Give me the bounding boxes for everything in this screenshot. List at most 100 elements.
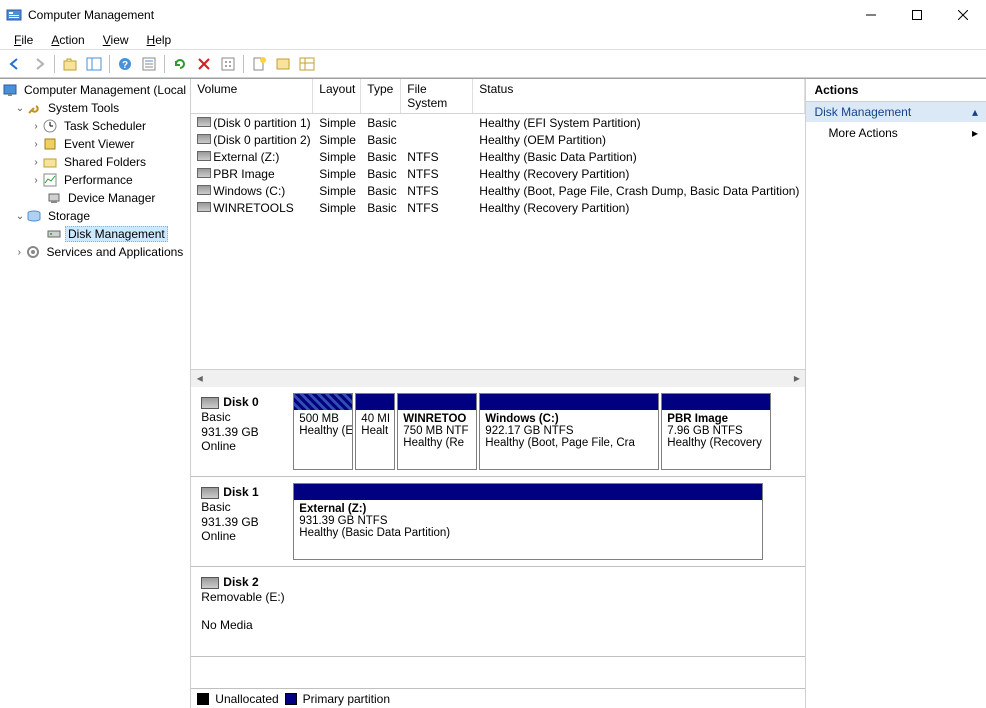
title-bar: Computer Management xyxy=(0,0,986,30)
tree-event-viewer[interactable]: › Event Viewer xyxy=(0,135,190,153)
legend-swatch-unallocated xyxy=(197,693,209,705)
volume-row[interactable]: (Disk 0 partition 2)SimpleBasicHealthy (… xyxy=(191,131,805,148)
expand-icon[interactable]: › xyxy=(30,175,42,186)
col-status[interactable]: Status xyxy=(473,79,805,113)
disk-info: Disk 0Basic931.39 GBOnline xyxy=(195,391,291,472)
partition-bar xyxy=(662,394,770,410)
detail-view-button[interactable] xyxy=(296,53,318,75)
scroll-left-icon[interactable]: ◂ xyxy=(191,370,208,387)
disk-partitions: 500 MBHealthy (EF40 MIHealtWINRETOO750 M… xyxy=(291,391,801,472)
settings-button[interactable] xyxy=(217,53,239,75)
expand-icon[interactable]: › xyxy=(14,247,25,258)
volume-row[interactable]: (Disk 0 partition 1)SimpleBasicHealthy (… xyxy=(191,114,805,131)
volume-icon xyxy=(197,168,211,178)
actions-section[interactable]: Disk Management ▴ xyxy=(806,102,986,122)
menu-view[interactable]: View xyxy=(95,32,137,48)
expand-icon[interactable]: › xyxy=(30,121,42,132)
partition-bar xyxy=(294,394,352,410)
col-layout[interactable]: Layout xyxy=(313,79,361,113)
tree-services[interactable]: › Services and Applications xyxy=(0,243,190,261)
legend-swatch-primary xyxy=(285,693,297,705)
maximize-button[interactable] xyxy=(894,0,940,30)
show-hide-tree-button[interactable] xyxy=(83,53,105,75)
main-area: Computer Management (Local ⌄ System Tool… xyxy=(0,78,986,708)
disk-icon xyxy=(201,577,219,589)
volume-icon xyxy=(197,151,211,161)
actions-header: Actions xyxy=(806,79,986,102)
tree-root[interactable]: Computer Management (Local xyxy=(0,81,190,99)
properties-button[interactable] xyxy=(138,53,160,75)
menu-action[interactable]: Action xyxy=(43,32,92,48)
legend-label-primary: Primary partition xyxy=(303,692,390,706)
volume-row[interactable]: PBR ImageSimpleBasicNTFSHealthy (Recover… xyxy=(191,165,805,182)
disk-block[interactable]: Disk 0Basic931.39 GBOnline500 MBHealthy … xyxy=(191,387,805,477)
collapse-icon[interactable]: ⌄ xyxy=(14,103,26,114)
volume-list: Volume Layout Type File System Status (D… xyxy=(191,79,805,387)
partition[interactable]: Windows (C:)922.17 GB NTFSHealthy (Boot,… xyxy=(479,393,659,470)
clock-icon xyxy=(42,118,58,134)
disk-info: Disk 2Removable (E:)No Media xyxy=(195,571,291,652)
tree-shared-folders[interactable]: › Shared Folders xyxy=(0,153,190,171)
volume-row[interactable]: Windows (C:)SimpleBasicNTFSHealthy (Boot… xyxy=(191,182,805,199)
svg-text:?: ? xyxy=(122,60,128,71)
folder-icon xyxy=(42,154,58,170)
back-button[interactable] xyxy=(4,53,26,75)
disk-partitions xyxy=(291,571,801,652)
scroll-right-icon[interactable]: ▸ xyxy=(788,370,805,387)
disk-block[interactable]: Disk 2Removable (E:)No Media xyxy=(191,567,805,657)
collapse-icon[interactable]: ⌄ xyxy=(14,211,26,222)
volume-row[interactable]: WINRETOOLSSimpleBasicNTFSHealthy (Recove… xyxy=(191,199,805,216)
minimize-button[interactable] xyxy=(848,0,894,30)
up-button[interactable] xyxy=(59,53,81,75)
partition-bar xyxy=(398,394,476,410)
list-view-button[interactable] xyxy=(272,53,294,75)
expand-icon[interactable]: › xyxy=(30,139,42,150)
delete-button[interactable] xyxy=(193,53,215,75)
tree-task-scheduler[interactable]: › Task Scheduler xyxy=(0,117,190,135)
tree-disk-management[interactable]: Disk Management xyxy=(0,225,190,243)
disk-graphical-view[interactable]: Disk 0Basic931.39 GBOnline500 MBHealthy … xyxy=(191,387,805,688)
navigation-tree[interactable]: Computer Management (Local ⌄ System Tool… xyxy=(0,79,190,263)
partition[interactable]: 500 MBHealthy (EF xyxy=(293,393,353,470)
partition[interactable]: External (Z:)931.39 GB NTFSHealthy (Basi… xyxy=(293,483,763,560)
toolbar: ? xyxy=(0,50,986,78)
disk-icon xyxy=(201,487,219,499)
col-type[interactable]: Type xyxy=(361,79,401,113)
volume-icon xyxy=(197,134,211,144)
forward-button[interactable] xyxy=(28,53,50,75)
volume-list-scrollbar[interactable]: ◂ ▸ xyxy=(191,369,805,386)
menu-file[interactable]: File xyxy=(6,32,41,48)
refresh-button[interactable] xyxy=(169,53,191,75)
performance-icon xyxy=(42,172,58,188)
partition[interactable]: PBR Image7.96 GB NTFSHealthy (Recovery xyxy=(661,393,771,470)
computer-icon xyxy=(2,82,18,98)
volume-list-body[interactable]: (Disk 0 partition 1)SimpleBasicHealthy (… xyxy=(191,114,805,369)
tree-performance[interactable]: › Performance xyxy=(0,171,190,189)
actions-more[interactable]: More Actions ▸ xyxy=(806,122,986,144)
volume-icon xyxy=(197,202,211,212)
disk-block[interactable]: Disk 1Basic931.39 GBOnlineExternal (Z:)9… xyxy=(191,477,805,567)
tree-system-tools[interactable]: ⌄ System Tools xyxy=(0,99,190,117)
col-volume[interactable]: Volume xyxy=(191,79,313,113)
navigation-tree-pane: Computer Management (Local ⌄ System Tool… xyxy=(0,79,191,708)
disk-partitions: External (Z:)931.39 GB NTFSHealthy (Basi… xyxy=(291,481,801,562)
actions-pane: Actions Disk Management ▴ More Actions ▸ xyxy=(806,79,986,708)
col-filesystem[interactable]: File System xyxy=(401,79,473,113)
partition-bar xyxy=(294,484,762,500)
legend: Unallocated Primary partition xyxy=(191,688,805,708)
partition[interactable]: WINRETOO750 MB NTFHealthy (Re xyxy=(397,393,477,470)
disk-info: Disk 1Basic931.39 GBOnline xyxy=(195,481,291,562)
help-button[interactable]: ? xyxy=(114,53,136,75)
tree-device-manager[interactable]: Device Manager xyxy=(0,189,190,207)
volume-list-header[interactable]: Volume Layout Type File System Status xyxy=(191,79,805,114)
menu-help[interactable]: Help xyxy=(139,32,180,48)
storage-icon xyxy=(26,208,42,224)
expand-icon[interactable]: › xyxy=(30,157,42,168)
collapse-icon[interactable]: ▴ xyxy=(972,105,978,119)
new-button[interactable] xyxy=(248,53,270,75)
partition[interactable]: 40 MIHealt xyxy=(355,393,395,470)
volume-row[interactable]: External (Z:)SimpleBasicNTFSHealthy (Bas… xyxy=(191,148,805,165)
tree-storage[interactable]: ⌄ Storage xyxy=(0,207,190,225)
scroll-track[interactable] xyxy=(208,370,788,387)
close-button[interactable] xyxy=(940,0,986,30)
